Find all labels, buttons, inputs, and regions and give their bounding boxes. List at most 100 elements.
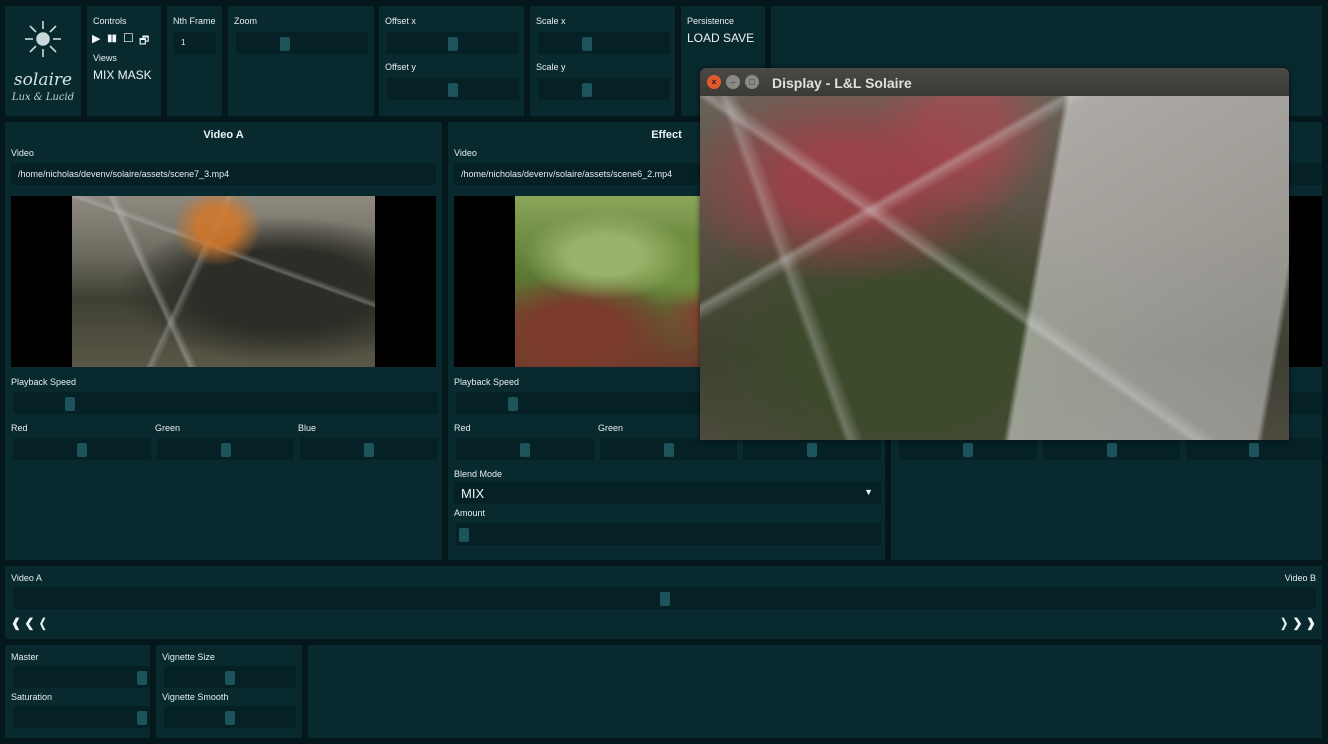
- scale-panel: Scale x Scale y: [530, 6, 675, 116]
- crossfade-right-arrows[interactable]: ❭ ❯ ❱: [1279, 616, 1316, 630]
- zoom-panel: Zoom: [228, 6, 374, 116]
- slider-thumb[interactable]: [663, 443, 674, 457]
- slider-thumb[interactable]: [1249, 443, 1259, 457]
- video-a-frame: [72, 196, 375, 367]
- views-value[interactable]: MIX MASK: [93, 68, 152, 82]
- blend-mode-select[interactable]: MIX ▼: [454, 482, 881, 504]
- sun-logo-icon: [25, 21, 61, 57]
- video-b-green-slider[interactable]: [1043, 438, 1180, 460]
- display-window[interactable]: × – □ Display - L&L Solaire: [700, 68, 1289, 440]
- blend-mode-value: MIX: [461, 486, 485, 501]
- scale-x-slider[interactable]: [538, 32, 670, 54]
- amount-slider[interactable]: [456, 523, 881, 545]
- zoom-label: Zoom: [234, 16, 258, 26]
- bottom-empty-panel: [308, 645, 1322, 738]
- controls-label: Controls: [93, 16, 127, 26]
- slider-thumb[interactable]: [448, 37, 458, 51]
- slider-thumb[interactable]: [77, 443, 87, 457]
- display-window-title: Display - L&L Solaire: [772, 75, 912, 91]
- video-a-panel: Video A Video /home/nicholas/devenv/sola…: [5, 122, 442, 560]
- slider-thumb[interactable]: [659, 592, 670, 606]
- slider-thumb[interactable]: [137, 711, 147, 725]
- video-b-path-input[interactable]: [1289, 163, 1322, 185]
- video-a-path-input[interactable]: /home/nicholas/devenv/solaire/assets/sce…: [11, 163, 436, 185]
- zoom-slider[interactable]: [236, 32, 368, 54]
- slider-thumb[interactable]: [581, 37, 592, 51]
- crossfade-left-label: Video A: [11, 573, 42, 583]
- persistence-value[interactable]: LOAD SAVE: [687, 31, 754, 45]
- offset-y-label: Offset y: [385, 62, 416, 72]
- chevron-down-icon: ▼: [864, 487, 873, 497]
- master-slider[interactable]: [13, 666, 150, 688]
- video-b-preview: [1289, 196, 1322, 367]
- saturation-slider[interactable]: [13, 706, 150, 728]
- video-b-blue-slider[interactable]: [1186, 438, 1322, 460]
- crossfade-right-label: Video B: [1284, 573, 1316, 583]
- saturation-label: Saturation: [11, 692, 53, 702]
- slider-thumb[interactable]: [364, 443, 374, 457]
- vignette-smooth-slider[interactable]: [164, 706, 296, 728]
- vignette-size-label: Vignette Size: [162, 652, 215, 662]
- effect-red-label: Red: [454, 423, 471, 433]
- restore-window-icon[interactable]: 🗗: [139, 32, 149, 51]
- pause-icon[interactable]: ▮▮: [107, 33, 117, 44]
- display-output: [700, 96, 1289, 440]
- window-icon[interactable]: ☐: [123, 31, 134, 45]
- scale-y-slider[interactable]: [538, 78, 670, 100]
- slider-thumb[interactable]: [520, 443, 530, 457]
- slider-thumb[interactable]: [963, 443, 973, 457]
- slider-thumb[interactable]: [448, 83, 458, 97]
- offset-x-label: Offset x: [385, 16, 416, 26]
- display-window-titlebar[interactable]: × – □ Display - L&L Solaire: [700, 68, 1289, 96]
- master-label: Master: [11, 652, 39, 662]
- crossfade-left-arrows[interactable]: ❰ ❮ ❬: [11, 616, 48, 630]
- slider-thumb[interactable]: [581, 83, 592, 97]
- views-label: Views: [93, 53, 117, 63]
- slider-thumb[interactable]: [459, 528, 469, 542]
- amount-label: Amount: [454, 508, 486, 518]
- logo-tagline: Lux & Lucid: [11, 92, 75, 103]
- controls-panel: Controls ▶ ▮▮ ☐ 🗗 Views MIX MASK: [87, 6, 161, 116]
- nth-frame-input[interactable]: 1: [174, 32, 216, 54]
- offset-x-slider[interactable]: [387, 32, 519, 54]
- logo-name: solaire: [13, 70, 73, 90]
- offset-panel: Offset x Offset y: [379, 6, 524, 116]
- vignette-size-slider[interactable]: [164, 666, 296, 688]
- slider-thumb[interactable]: [137, 671, 147, 685]
- offset-y-slider[interactable]: [387, 78, 519, 100]
- crossfade-slider[interactable]: [13, 587, 1316, 609]
- video-a-blue-label: Blue: [298, 423, 317, 433]
- effect-blue-slider[interactable]: [743, 438, 881, 460]
- video-a-blue-slider[interactable]: [300, 438, 438, 460]
- play-icon[interactable]: ▶: [92, 32, 100, 45]
- slider-thumb[interactable]: [807, 443, 817, 457]
- video-a-playback-label: Playback Speed: [11, 377, 77, 387]
- slider-thumb[interactable]: [220, 443, 231, 457]
- video-b-playback-slider[interactable]: [1289, 392, 1322, 414]
- video-b-red-slider[interactable]: [899, 438, 1037, 460]
- video-a-title: Video A: [203, 129, 244, 141]
- effect-red-slider[interactable]: [456, 438, 594, 460]
- minimize-icon[interactable]: –: [726, 75, 740, 89]
- video-a-green-slider[interactable]: [157, 438, 294, 460]
- slider-thumb[interactable]: [508, 397, 519, 411]
- effect-green-label: Green: [598, 423, 624, 433]
- close-icon[interactable]: ×: [707, 75, 721, 89]
- slider-thumb[interactable]: [1106, 443, 1117, 457]
- video-a-red-label: Red: [11, 423, 28, 433]
- vignette-panel: Vignette Size Vignette Smooth: [156, 645, 302, 738]
- crossfade-panel: Video A Video B ❰ ❮ ❬ ❭ ❯ ❱: [5, 566, 1322, 639]
- maximize-icon[interactable]: □: [745, 75, 759, 89]
- slider-thumb[interactable]: [225, 711, 235, 725]
- nth-frame-label: Nth Frame: [173, 16, 216, 26]
- effect-green-slider[interactable]: [600, 438, 737, 460]
- video-a-playback-slider[interactable]: [13, 392, 438, 414]
- scale-x-label: Scale x: [536, 16, 566, 26]
- logo-panel: solaire Lux & Lucid: [5, 6, 81, 116]
- slider-thumb[interactable]: [225, 671, 235, 685]
- video-a-red-slider[interactable]: [13, 438, 151, 460]
- blend-mode-label: Blend Mode: [454, 469, 503, 479]
- slider-thumb[interactable]: [65, 397, 76, 411]
- video-a-preview: [11, 196, 436, 367]
- slider-thumb[interactable]: [279, 37, 290, 51]
